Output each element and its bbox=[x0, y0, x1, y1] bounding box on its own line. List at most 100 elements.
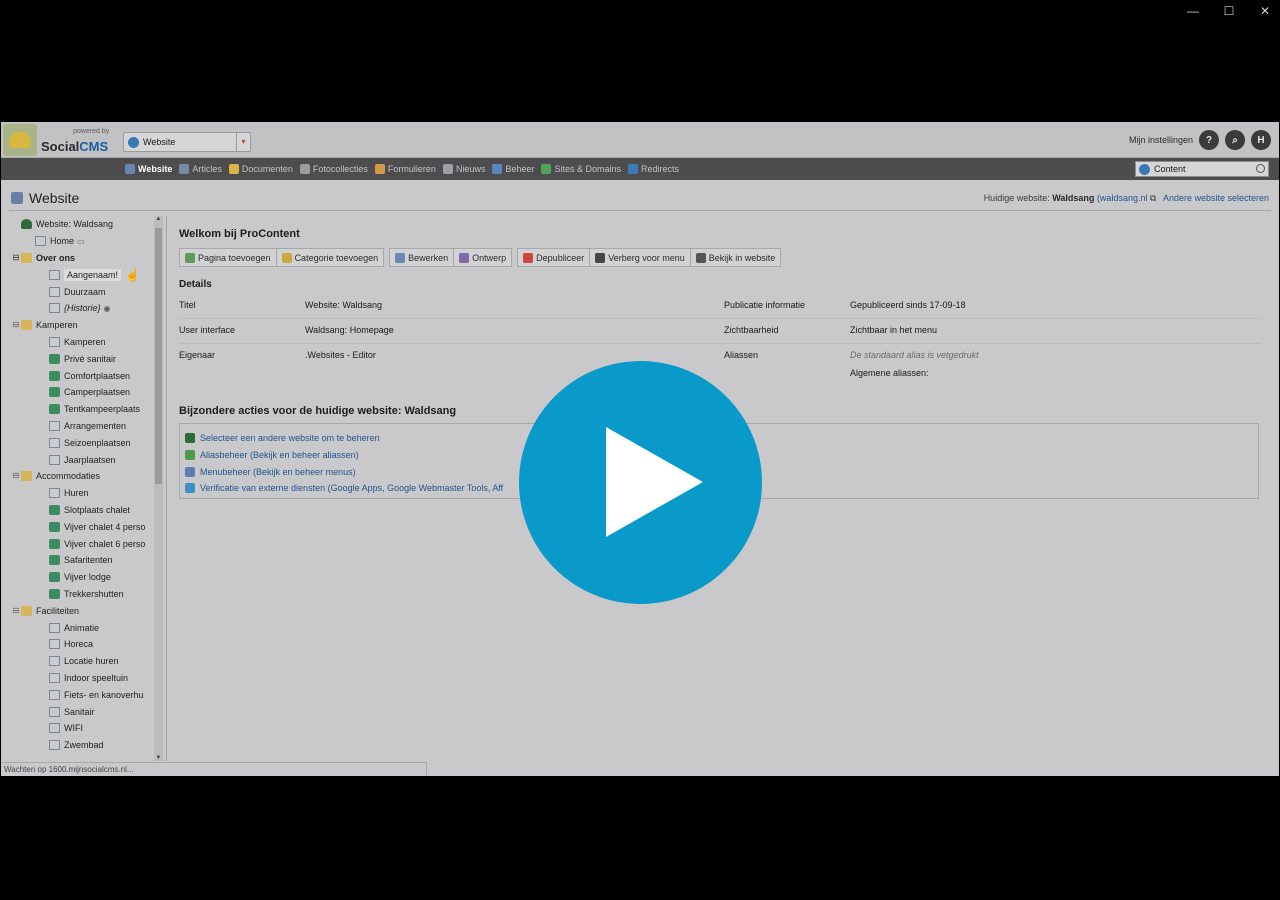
tree-item[interactable]: ⊟ Accommodaties bbox=[9, 468, 154, 485]
nav-item-redirects[interactable]: Redirects bbox=[628, 164, 679, 174]
tree-item[interactable]: Vijver chalet 4 perso bbox=[9, 518, 154, 535]
tree-item-label: Slotplaats chalet bbox=[64, 504, 131, 515]
tree-item[interactable]: Duurzaam bbox=[9, 283, 154, 300]
special-action-link[interactable]: Aliasbeheer (Bekijk en beheer aliassen) bbox=[200, 450, 359, 460]
tree-item[interactable]: Huren bbox=[9, 485, 154, 502]
scrollbar-thumb[interactable] bbox=[155, 228, 162, 484]
tree-item[interactable]: Zwembad bbox=[9, 737, 154, 754]
content-search[interactable]: Content bbox=[1135, 161, 1269, 177]
verberg-voor-menu-button[interactable]: Verberg voor menu bbox=[590, 248, 691, 267]
bewerken-button[interactable]: Bewerken bbox=[389, 248, 455, 267]
tree-item[interactable]: Locatie huren bbox=[9, 653, 154, 670]
collapse-toggle-icon[interactable]: ⊟ bbox=[11, 320, 21, 330]
nav-item-sites-domains[interactable]: Sites & Domains bbox=[541, 164, 621, 174]
tree-item[interactable]: WIFI bbox=[9, 720, 154, 737]
tree-item[interactable]: Trekkershutten bbox=[9, 586, 154, 603]
special-action-link[interactable]: Menubeheer (Bekijk en beheer menus) bbox=[200, 467, 356, 477]
tree-item[interactable]: Safaritenten bbox=[9, 552, 154, 569]
avatar[interactable]: H bbox=[1251, 130, 1271, 150]
tree-item[interactable]: Vijver lodge bbox=[9, 569, 154, 586]
tree-item-label: Jaarplaatsen bbox=[64, 454, 116, 465]
nav-item-articles[interactable]: Articles bbox=[179, 164, 222, 174]
tree-item[interactable]: Animatie bbox=[9, 619, 154, 636]
leaf-icon bbox=[49, 538, 60, 549]
tree-item[interactable]: ⊟ Over ons bbox=[9, 250, 154, 267]
folder-icon bbox=[21, 471, 32, 482]
formulieren-icon bbox=[374, 164, 385, 174]
current-website-domain-link[interactable]: (waldsang.nl bbox=[1097, 193, 1148, 203]
detail-value: Zichtbaar in het menu bbox=[850, 325, 938, 335]
special-action-link[interactable]: Verificatie van externe diensten (Google… bbox=[200, 483, 503, 493]
tree-item[interactable]: Slotplaats chalet bbox=[9, 502, 154, 519]
tree-scrollbar[interactable]: ▲ ▼ bbox=[154, 216, 163, 761]
maximize-button[interactable]: ☐ bbox=[1222, 4, 1236, 18]
nav-item-documenten[interactable]: Documenten bbox=[228, 164, 293, 174]
page-title: Website bbox=[11, 190, 79, 206]
close-button[interactable]: ✕ bbox=[1258, 4, 1272, 18]
tree-item[interactable]: Fiets- en kanoverhu bbox=[9, 686, 154, 703]
nav-item-label: Beheer bbox=[505, 164, 535, 174]
tree-item[interactable]: Camperplaatsen bbox=[9, 384, 154, 401]
tree-item[interactable]: Seizoenplaatsen bbox=[9, 434, 154, 451]
scroll-up-icon[interactable]: ▲ bbox=[154, 216, 163, 222]
details-row: Titel Website: Waldsang Publicatie informa… bbox=[179, 294, 1261, 319]
site-logo[interactable] bbox=[3, 124, 37, 156]
tree-item[interactable]: Website: Waldsang bbox=[9, 216, 154, 233]
tree-item[interactable]: Vijver chalet 6 perso bbox=[9, 535, 154, 552]
tree-item-label: Over ons bbox=[36, 252, 76, 263]
external-link-icon[interactable]: ⧉ bbox=[1150, 193, 1156, 203]
app-header: powered by SocialCMS Website ▾ Mijn inst… bbox=[1, 122, 1279, 158]
search-button[interactable]: ⌕ bbox=[1225, 130, 1245, 150]
nav-item-formulieren[interactable]: Formulieren bbox=[374, 164, 436, 174]
collapse-toggle-icon[interactable]: ⊟ bbox=[11, 253, 21, 263]
minimize-button[interactable]: — bbox=[1186, 4, 1200, 18]
tree-item[interactable]: ⊟ Kamperen bbox=[9, 317, 154, 334]
play-video-button[interactable] bbox=[519, 361, 762, 604]
chevron-down-icon[interactable]: ▾ bbox=[236, 133, 250, 151]
tree-item[interactable]: Aangenaam! ☝ bbox=[9, 266, 154, 283]
settings-link[interactable]: Mijn instellingen bbox=[1129, 135, 1193, 145]
bekijk-in-website-button[interactable]: Bekijk in website bbox=[690, 248, 782, 267]
collapse-toggle-icon[interactable]: ⊟ bbox=[11, 471, 21, 481]
page-icon bbox=[49, 706, 60, 717]
tree-item-label: Accommodaties bbox=[36, 471, 101, 482]
tree-item[interactable]: Home ▭ bbox=[9, 233, 154, 250]
tree-item[interactable]: Indoor speeltuin bbox=[9, 670, 154, 687]
tree-item[interactable]: Comfortplaatsen bbox=[9, 367, 154, 384]
pagina-toevoegen-button[interactable]: Pagina toevoegen bbox=[179, 248, 277, 267]
help-button[interactable]: ? bbox=[1199, 130, 1219, 150]
depubliceer-button[interactable]: Depubliceer bbox=[517, 248, 591, 267]
categorie-toevoegen-button[interactable]: Categorie toevoegen bbox=[276, 248, 385, 267]
tree-item[interactable]: Arrangementen bbox=[9, 418, 154, 435]
toolbar-group: Depubliceer Verberg voor menu Bekijk in we… bbox=[517, 248, 782, 267]
other-website-link[interactable]: Andere website selecteren bbox=[1163, 193, 1269, 203]
tree-item[interactable]: Tentkampeerplaats bbox=[9, 401, 154, 418]
nav-item-beheer[interactable]: Beheer bbox=[492, 164, 534, 174]
tree-item[interactable]: Privé sanitair bbox=[9, 350, 154, 367]
tree-item[interactable]: Sanitair bbox=[9, 703, 154, 720]
details-row: Eigenaar .Websites - Editor Aliassen De sta… bbox=[179, 344, 1261, 378]
ontwerp-button[interactable]: Ontwerp bbox=[454, 248, 513, 267]
nav-item-nieuws[interactable]: Nieuws bbox=[442, 164, 485, 174]
nav-item-website[interactable]: Website bbox=[125, 164, 172, 174]
page-icon bbox=[49, 437, 60, 448]
tree-item[interactable]: Jaarplaatsen bbox=[9, 451, 154, 468]
collapse-toggle-icon[interactable]: ⊟ bbox=[11, 606, 21, 616]
tree-item[interactable]: Horeca bbox=[9, 636, 154, 653]
nav-item-fotocollecties[interactable]: Fotocollecties bbox=[299, 164, 368, 174]
tree-item[interactable]: {Historie} ◉ bbox=[9, 300, 154, 317]
scroll-down-icon[interactable]: ▼ bbox=[154, 755, 163, 761]
website-select[interactable]: Website ▾ bbox=[123, 132, 251, 152]
tree-item[interactable]: ⊟ Faciliteiten bbox=[9, 602, 154, 619]
tree-item[interactable]: Kamperen bbox=[9, 334, 154, 351]
special-action-link[interactable]: Selecteer een andere website om te beher… bbox=[200, 433, 380, 443]
page-icon bbox=[49, 672, 60, 683]
tree-item-label: Seizoenplaatsen bbox=[64, 437, 131, 448]
search-icon[interactable] bbox=[1256, 164, 1265, 173]
